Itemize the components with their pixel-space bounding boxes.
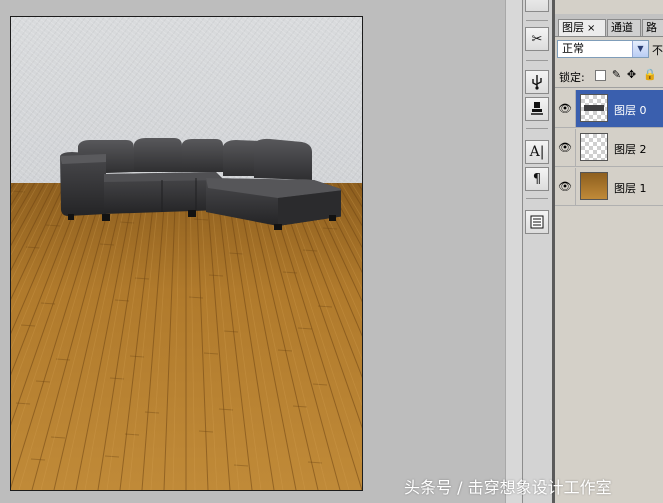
lock-icon[interactable]: 🔒 bbox=[643, 69, 657, 81]
tab-channels[interactable]: 通道 bbox=[607, 19, 641, 36]
close-icon[interactable]: × bbox=[587, 23, 595, 34]
opacity-label: 不 bbox=[652, 44, 663, 57]
top-partial-tool-button[interactable] bbox=[525, 0, 549, 12]
paragraph-tool-button[interactable]: ¶ bbox=[525, 167, 549, 191]
paragraph-icon: ¶ bbox=[532, 171, 542, 187]
layer-thumbnail bbox=[580, 172, 608, 200]
panel-tabs: 图层 × 通道 路 bbox=[555, 14, 663, 37]
notes-tool-button[interactable] bbox=[525, 210, 549, 234]
blend-mode-row: 正常 ▼ 不 bbox=[555, 37, 663, 63]
scissors-icon: ✂ bbox=[531, 31, 543, 47]
move-icon[interactable]: ✥ bbox=[626, 69, 637, 81]
lock-transparency-checkbox[interactable] bbox=[595, 70, 606, 81]
tool-separator bbox=[526, 128, 548, 129]
stamp-icon bbox=[531, 102, 543, 115]
tool-separator bbox=[526, 60, 548, 61]
lock-row: 锁定: ✎ ✥ 🔒 bbox=[555, 65, 663, 88]
layers-panel: 图层 × 通道 路 正常 ▼ 不 锁定: ✎ ✥ 🔒 👁 图层 0 👁 图层 2… bbox=[555, 0, 663, 503]
sofa-image bbox=[60, 138, 341, 230]
eye-icon: 👁 bbox=[558, 180, 572, 193]
visibility-toggle[interactable]: 👁 bbox=[555, 90, 576, 127]
layer-row-2[interactable]: 👁 图层 2 bbox=[555, 129, 663, 167]
usb-plug-icon bbox=[532, 75, 542, 90]
layer-name: 图层 2 bbox=[614, 143, 647, 156]
tab-layers[interactable]: 图层 × bbox=[558, 19, 606, 36]
lock-label: 锁定: bbox=[559, 71, 585, 84]
layer-name: 图层 1 bbox=[614, 182, 647, 195]
text-tool-icon: A| bbox=[529, 144, 545, 160]
plug-tool-button[interactable] bbox=[525, 70, 549, 94]
watermark-text: 头条号 / 击穿想象设计工作室 bbox=[404, 478, 612, 497]
tool-separator bbox=[526, 20, 548, 21]
notes-icon bbox=[530, 215, 544, 229]
tool-separator bbox=[526, 198, 548, 199]
layer-name: 图层 0 bbox=[614, 104, 647, 117]
text-tool-button[interactable]: A| bbox=[525, 140, 549, 164]
layer-thumbnail bbox=[580, 133, 608, 161]
layer-thumbnail bbox=[580, 94, 608, 122]
sofa-thumbnail-icon bbox=[584, 105, 604, 111]
tab-layers-label: 图层 bbox=[562, 21, 584, 34]
layer-list: 👁 图层 0 👁 图层 2 👁 图层 1 bbox=[555, 90, 663, 210]
blend-mode-select[interactable]: 正常 ▼ bbox=[557, 40, 649, 58]
document-canvas[interactable] bbox=[10, 16, 363, 491]
canvas-area[interactable] bbox=[0, 0, 505, 503]
layer-row-0[interactable]: 👁 图层 0 bbox=[555, 90, 663, 128]
eye-icon: 👁 bbox=[558, 102, 572, 115]
scissors-tool-button[interactable]: ✂ bbox=[525, 27, 549, 51]
panel-gutter bbox=[505, 0, 523, 503]
tab-paths[interactable]: 路 bbox=[642, 19, 663, 36]
brush-icon[interactable]: ✎ bbox=[611, 69, 622, 81]
chevron-down-icon[interactable]: ▼ bbox=[632, 41, 648, 57]
panel-title-bar[interactable] bbox=[555, 0, 663, 14]
tab-channels-label: 通道 bbox=[611, 21, 633, 34]
visibility-toggle[interactable]: 👁 bbox=[555, 129, 576, 166]
tab-paths-label: 路 bbox=[646, 21, 657, 34]
side-toolbar: ✂ A| ¶ bbox=[522, 0, 554, 503]
layer-row-1[interactable]: 👁 图层 1 bbox=[555, 168, 663, 206]
visibility-toggle[interactable]: 👁 bbox=[555, 168, 576, 205]
blend-mode-value: 正常 bbox=[562, 42, 584, 55]
stamp-tool-button[interactable] bbox=[525, 97, 549, 121]
eye-icon: 👁 bbox=[558, 141, 572, 154]
